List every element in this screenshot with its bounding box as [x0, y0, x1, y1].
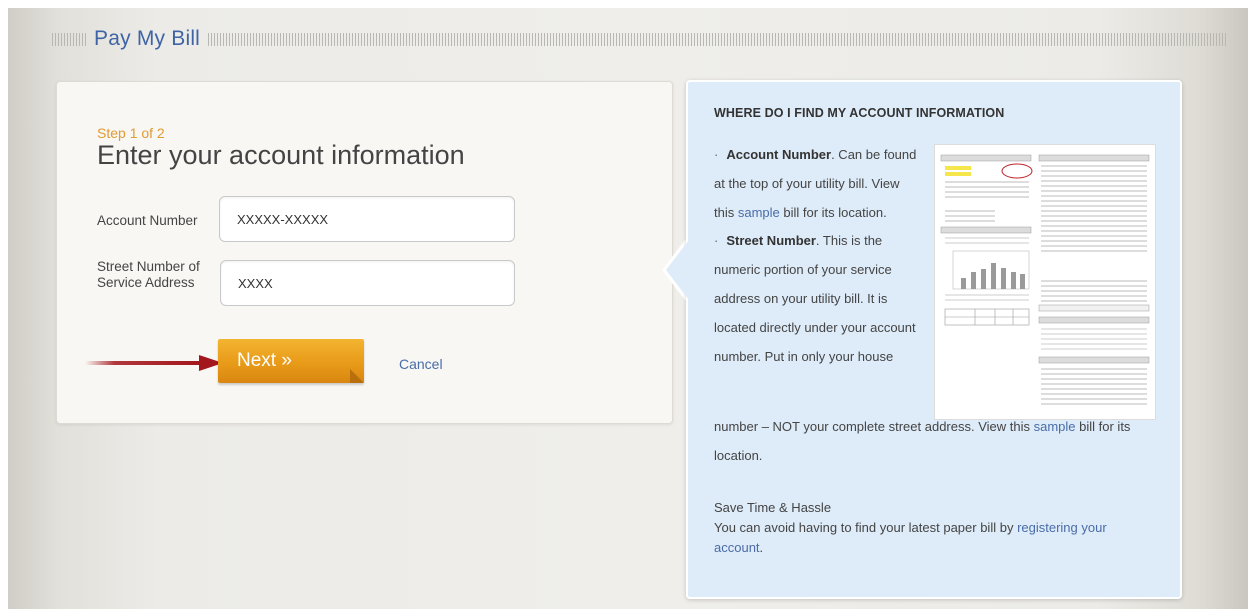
street-help-continued: number – NOT your complete street addres…	[714, 413, 1164, 471]
street-number-term: Street Number	[726, 233, 816, 249]
account-help-text-b: bill for its location.	[779, 204, 887, 220]
page-title: Pay My Bill	[94, 27, 201, 50]
bullet-icon: ·	[714, 147, 719, 162]
button-fold-corner	[350, 369, 364, 383]
street-number-label: Street Number of Service Address	[97, 259, 200, 291]
save-time-body: You can avoid having to find your latest…	[714, 520, 1018, 535]
account-info-help-card: WHERE DO I FIND MY ACCOUNT INFORMATION ·…	[686, 80, 1182, 599]
sample-bill-link-1[interactable]: sample	[738, 205, 780, 220]
save-time-end: .	[759, 540, 764, 555]
street-label-line1: Street Number of	[97, 259, 200, 274]
account-number-help: · Account Number. Can be found at the top…	[714, 141, 919, 227]
info-card-pointer-fill	[666, 240, 689, 300]
next-button[interactable]: Next »	[218, 339, 364, 383]
form-heading: Enter your account information	[97, 140, 465, 170]
header-stripe-left	[52, 32, 86, 46]
street-help-text-a: . This is the numeric portion of your se…	[714, 233, 916, 364]
account-number-term: Account Number	[726, 147, 832, 162]
bullet-icon: ·	[714, 233, 719, 249]
info-heading: WHERE DO I FIND MY ACCOUNT INFORMATION	[714, 106, 1005, 120]
save-time-title: Save Time & Hassle	[714, 500, 832, 515]
street-label-line2: Service Address	[97, 275, 195, 290]
sample-bill-image	[934, 144, 1156, 420]
page-background: Pay My Bill Step 1 of 2 Enter your accou…	[8, 8, 1248, 609]
street-number-help: · Street Number. This is the numeric port…	[714, 227, 919, 371]
account-number-label: Account Number	[97, 213, 198, 228]
cancel-link[interactable]: Cancel	[399, 356, 443, 372]
sample-bill-graphic	[940, 154, 1150, 405]
red-arrow-icon	[85, 355, 223, 371]
save-time-text: You can avoid having to find your latest…	[714, 518, 1154, 558]
info-column-text: · Account Number. Can be found at the top…	[714, 141, 919, 371]
save-time-section: Save Time & Hassle You can avoid having …	[714, 498, 1154, 558]
header-stripe-right	[208, 32, 1228, 46]
street-help-text-b: number – NOT your complete street addres…	[714, 419, 1034, 434]
next-button-label: Next »	[237, 350, 292, 371]
page-header: Pay My Bill	[52, 26, 1228, 52]
account-number-input[interactable]	[219, 196, 515, 242]
sample-bill-link-2[interactable]: sample	[1034, 419, 1076, 434]
step-indicator: Step 1 of 2	[97, 125, 165, 141]
street-number-input[interactable]	[220, 260, 515, 306]
account-form-card: Step 1 of 2 Enter your account informati…	[56, 81, 673, 424]
